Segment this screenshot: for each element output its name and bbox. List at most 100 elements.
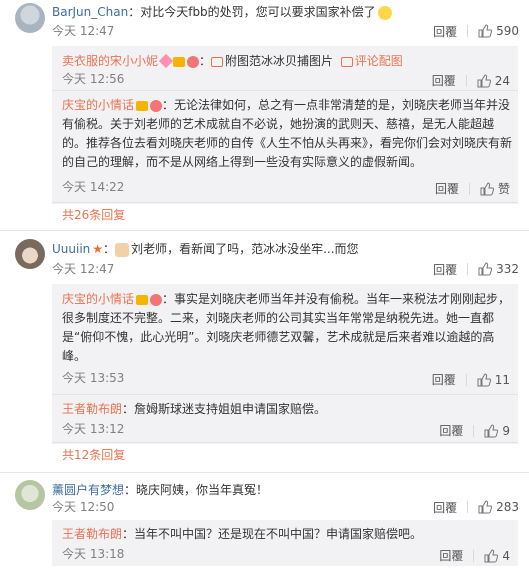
thumb-up-icon [480,181,494,195]
comment-username[interactable]: 薰圆户有梦想 [52,483,124,497]
reply-label: 回覆 [431,373,456,387]
user-avatar[interactable] [15,3,45,33]
reply-username[interactable]: 庆宝的小情话 [62,292,134,306]
vip-icon [187,55,200,68]
comment-line: 薰圆户有梦想：晓庆阿姨，你当年真冤！ [52,482,268,498]
crown-icon [173,56,186,67]
like-button[interactable]: 283 [468,500,529,514]
user-avatar[interactable] [15,239,45,269]
like-button[interactable]: 9 [474,424,510,438]
thumb-up-icon [477,73,491,87]
comment-text: ：晓庆阿姨，你当年真冤！ [124,483,269,497]
reply-button[interactable]: 回覆 [425,180,469,197]
reply-divider [52,442,518,443]
reply-text: ：詹姆斯球迷支持姐姐申请国家赔偿。 [122,402,327,416]
like-button[interactable]: 4 [474,549,510,563]
reply-item: 王者勒布朗：当年不叫中国？还是现在不叫中国？申请国家赔偿吧。 今天 13:18 … [52,520,518,566]
reply-text: ：当年不叫中国？还是现在不叫中国？申请国家赔偿吧。 [122,527,423,541]
crown-icon [136,294,149,305]
reply-button[interactable]: 回覆 [422,371,466,388]
reply-box: 王者勒布朗：当年不叫中国？还是现在不叫中国？申请国家赔偿吧。 今天 13:18 … [52,520,518,566]
like-button[interactable]: 24 [467,74,510,88]
picture-icon [211,56,224,67]
reply-item: 庆宝的小情话 ：无论法律如何，总之有一点非常清楚的是，刘晓庆老师当年并没有偷税。关… [52,90,518,202]
thumb-up-icon [478,500,493,514]
comment-divider [0,472,529,473]
like-count: 283 [496,500,519,514]
reply-label: 回覆 [433,500,458,515]
comment-username[interactable]: BarJun_Chan [52,5,128,19]
comment-line: Uuuiin ★： 刘老师，看新闻了吗，范冰冰没坐牢...而您 [52,242,359,257]
like-count: 11 [494,372,510,387]
reply-username[interactable]: 王者勒布朗 [62,527,122,541]
like-count: 332 [496,262,519,276]
reply-time: 今天 13:18 [62,547,125,561]
user-avatar[interactable] [15,480,45,510]
thumb-up-icon [484,423,499,437]
comment-time: 今天 12:50 [52,500,115,514]
like-button[interactable]: 332 [468,262,529,276]
like-count: 9 [502,423,510,438]
smile-emoji-icon [377,5,392,20]
reply-button[interactable]: 回覆 [423,23,467,40]
reply-label: 回覆 [431,74,456,88]
vip-icon [150,293,163,306]
comment-username[interactable]: Uuuiin [52,242,90,256]
reply-time: 今天 14:22 [62,180,125,194]
star-badge-icon: ★ [92,242,104,256]
thumb-up-icon [477,372,491,386]
comment-actions: 回覆 332 [423,261,529,278]
more-replies-link[interactable]: 共12条回复 [62,448,125,462]
heart-icon [158,53,174,68]
reply-attachment-link[interactable]: 附图范冰冰贝捕图片 [225,54,333,68]
cat-emoji-icon [115,242,130,257]
like-count: 24 [494,73,510,88]
reply-item: 庆宝的小情话 ：事实是刘晓庆老师当年并没有偷税。当年一来税法才刚刚起步，很多制度还… [52,284,518,394]
comment-actions: 回覆 590 [423,23,529,40]
reply-username[interactable]: 庆宝的小情话 [62,98,134,112]
reply-label: 回覆 [433,24,458,39]
comment-text: 刘老师，看新闻了吗，范冰冰没坐牢...而您 [131,242,359,256]
reply-divider [52,202,518,203]
reply-label: 回覆 [433,262,458,277]
like-button[interactable]: 11 [467,373,510,387]
like-button[interactable]: 赞 [470,180,510,197]
reply-button[interactable]: 回覆 [423,499,467,516]
vip-icon [150,99,163,112]
comment-2: Uuuiin ★： 刘老师，看新闻了吗，范冰冰没坐牢...而您 今天 12:47 回… [0,236,529,464]
reply-label: 回覆 [439,549,464,563]
reply-time: 今天 13:53 [62,371,125,385]
comment-time: 今天 12:47 [52,262,115,276]
like-count: 4 [502,548,510,563]
thumb-up-icon [484,548,499,562]
reply-label: 回覆 [439,424,464,438]
reply-button[interactable]: 回覆 [429,422,473,439]
picture-icon [340,56,353,67]
reply-time: 今天 13:12 [62,422,125,436]
comment-line: BarJun_Chan：对比今天fbb的处罚，您可以要求国家补偿了 [52,4,392,20]
comment-3: 薰圆户有梦想：晓庆阿姨，你当年真冤！ 今天 12:50 回覆 283 王者勒布朗… [0,478,529,568]
comment-text: ：对比今天fbb的处罚，您可以要求国家补偿了 [128,5,376,19]
reply-time: 今天 12:56 [62,72,125,86]
reply-button[interactable]: 回覆 [429,547,473,564]
comment-time: 今天 12:47 [52,24,115,38]
like-button[interactable]: 590 [468,24,529,38]
reply-username[interactable]: 卖衣服的宋小小妮 [62,54,158,68]
comment-actions: 回覆 283 [423,499,529,516]
reply-button[interactable]: 回覆 [422,72,466,89]
reply-image-link[interactable]: 评论配图 [355,54,403,68]
reply-box: 庆宝的小情话 ：事实是刘晓庆老师当年并没有偷税。当年一来税法才刚刚起步，很多制度还… [52,284,518,444]
more-replies-link[interactable]: 共26条回复 [62,208,125,222]
reply-item: 卖衣服的宋小小妮：附图范冰冰贝捕图片 评论配图 今天 12:56 回覆 24 [62,53,510,89]
thumb-up-icon [478,24,493,38]
reply-username[interactable]: 王者勒布朗 [62,402,122,416]
reply-box: 卖衣服的宋小小妮：附图范冰冰贝捕图片 评论配图 今天 12:56 回覆 24 庆… [52,46,518,204]
reply-item: 王者勒布朗：詹姆斯球迷支持姐姐申请国家赔偿。 今天 13:12 回覆 9 [52,394,518,442]
comment-divider [0,230,529,231]
reply-button[interactable]: 回覆 [423,261,467,278]
like-count: 赞 [497,182,510,196]
like-count: 590 [496,24,519,38]
comment-1: BarJun_Chan：对比今天fbb的处罚，您可以要求国家补偿了 今天 12:… [0,0,529,222]
reply-label: 回覆 [434,182,459,196]
crown-icon [136,100,149,111]
